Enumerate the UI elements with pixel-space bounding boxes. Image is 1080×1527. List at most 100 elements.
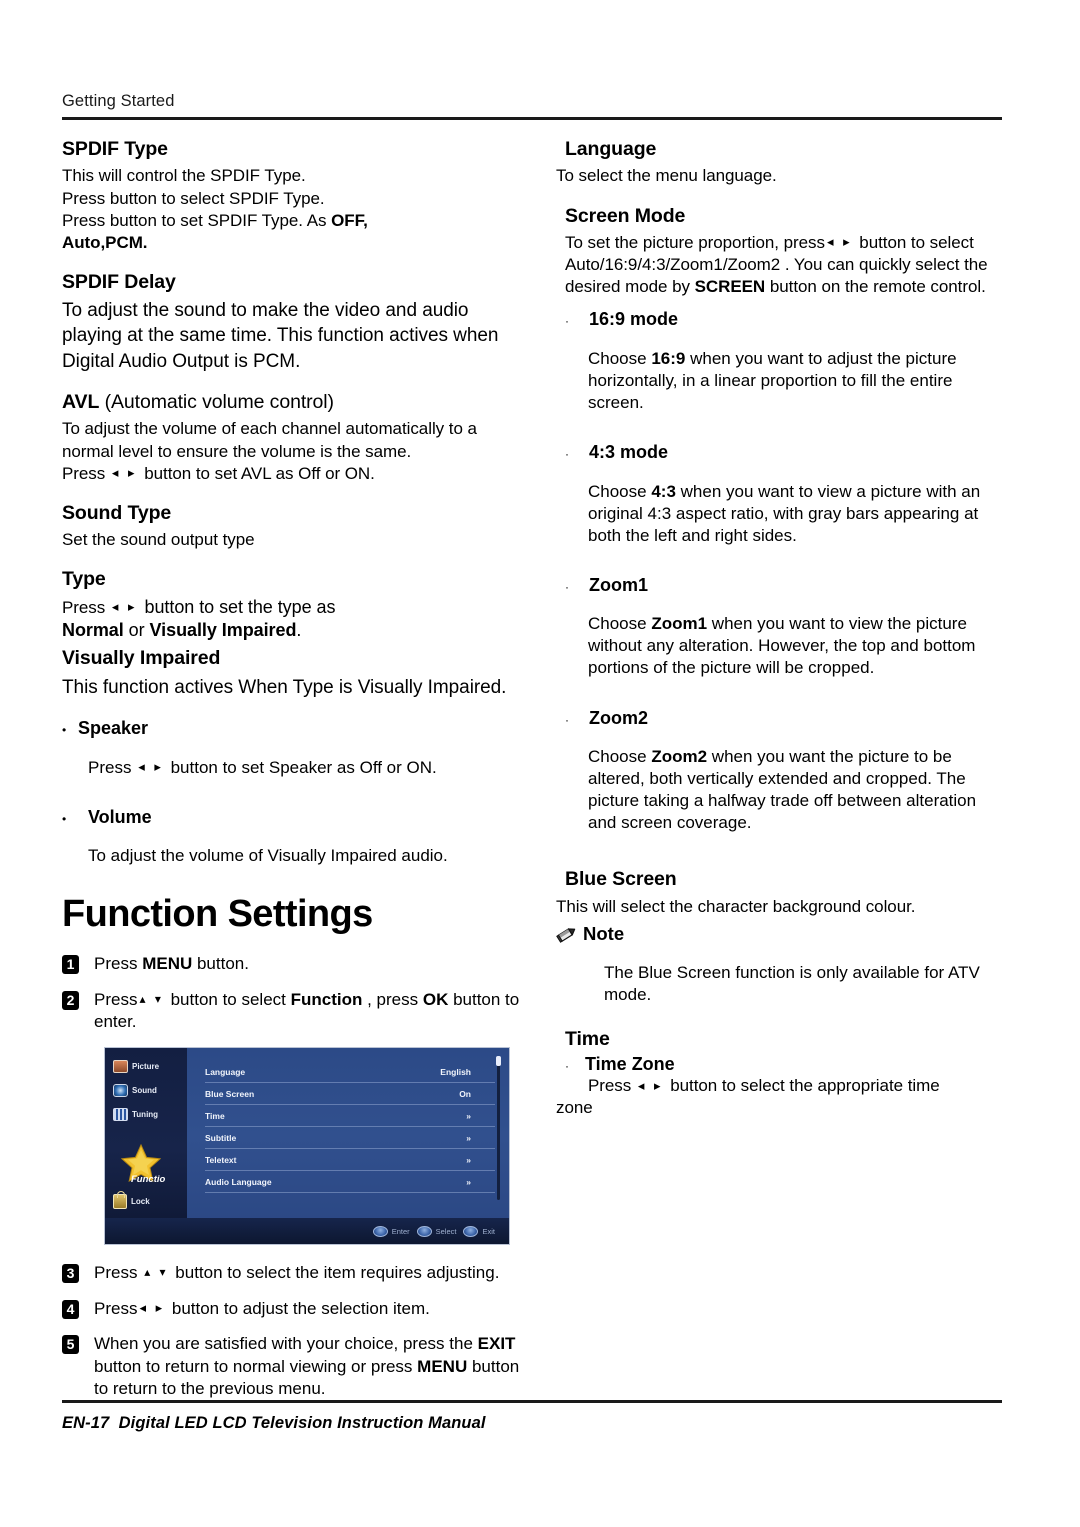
step-5: 5 When you are satisfied with your choic… (62, 1333, 532, 1400)
tv-menu-row-language[interactable]: Language English (205, 1062, 495, 1084)
step-text: When you are satisfied with your choice,… (94, 1333, 532, 1400)
time-press-suffix: button to select the appropriate time (665, 1076, 940, 1096)
tv-menu-row-time[interactable]: Time » (205, 1106, 495, 1128)
bullet-icon: · (565, 579, 569, 594)
language-body: To select the menu language. (556, 166, 777, 186)
tv-row-label: Language (205, 1067, 246, 1078)
tv-row-label: Time (205, 1111, 225, 1122)
mode-item-zoom2: · Zoom2 (565, 707, 1008, 730)
mode-item-16-9: · 16:9 mode (565, 308, 1008, 331)
avl-body: To adjust the volume of each channel aut… (62, 418, 532, 484)
step-2: 2 Press ▴ ▾ button to select Function , p… (62, 989, 532, 1034)
left-right-arrows-icon: ◂ ▸ (139, 1300, 166, 1316)
page-footer: EN-17 Digital LED LCD Television Instruc… (62, 1400, 1002, 1433)
time-press-prefix: Press (588, 1076, 636, 1096)
spdif-type-line2: Press button to select SPDIF Type. (62, 188, 325, 208)
mode-heading: 16:9 mode (589, 309, 679, 330)
mode-body-16-9: Choose 16:9 when you want to adjust the … (588, 348, 1008, 414)
tv-osd-hint-bar: Enter Select Exit (105, 1218, 509, 1245)
pencil-icon (556, 928, 576, 943)
step-text: Press ▴ ▾ button to select the item requ… (94, 1262, 532, 1284)
spdif-type-line1: This will control the SPDIF Type. (62, 166, 306, 186)
time-zone-heading: Time Zone (585, 1053, 675, 1074)
up-down-arrows-icon: ▴ ▾ (139, 991, 164, 1006)
tv-row-value: On (459, 1089, 471, 1100)
tv-menu-row-subtitle[interactable]: Subtitle » (205, 1128, 495, 1150)
remote-key-icon (463, 1225, 479, 1237)
tv-sidebar-item-lock[interactable]: Lock (113, 1191, 150, 1210)
mode-heading: 4:3 mode (589, 442, 669, 462)
screen-mode-a: To set the picture proportion, press (565, 232, 825, 252)
avl-press-prefix: Press (62, 463, 110, 483)
bullet-icon: · (565, 1058, 569, 1073)
bullet-icon: · (565, 447, 569, 461)
tv-menu-row-teletext[interactable]: Teletext » (205, 1150, 495, 1172)
mode2-a: Choose (588, 614, 652, 634)
speaker-press-suffix: button to set Speaker as Off or ON. (165, 757, 437, 777)
tv-menu-row-blue-screen[interactable]: Blue Screen On (205, 1084, 495, 1106)
type-option-vi: Visually Impaired (149, 620, 297, 641)
type-option-period: . (296, 620, 302, 641)
manual-title: Digital LED LCD Television Instruction M… (118, 1414, 486, 1432)
speaker-bullet-item: • Speaker (62, 717, 532, 740)
tv-scrollbar-thumb[interactable] (496, 1056, 501, 1067)
tv-row-label: Blue Screen (205, 1089, 255, 1100)
page-number: EN-17 (62, 1414, 110, 1432)
left-right-arrows-icon: ◂ ▸ (637, 1077, 664, 1093)
volume-bullet-item: • Volume (62, 806, 532, 829)
tv-sidebar-item-tuning[interactable]: Tuning (113, 1108, 158, 1122)
tv-osd-main-panel: Language English Blue Screen On Time » S… (191, 1048, 509, 1218)
bullet-icon: • (62, 811, 67, 826)
speaker-heading: Speaker (78, 718, 149, 739)
header-divider (62, 117, 1002, 121)
mode3-a: Choose (588, 747, 652, 767)
avl-abbr: AVL (62, 391, 100, 414)
step-4: 4 Press ◂ ▸ button to adjust the selectio… (62, 1298, 532, 1320)
step5-menu-key: MENU (417, 1356, 468, 1376)
page-title: Function Settings (62, 893, 373, 936)
heading-screen-mode: Screen Mode (565, 204, 686, 227)
note-title: Note (583, 922, 625, 944)
type-body: Press ◂ ▸ button to set the type as (62, 596, 532, 619)
tv-hint-label: Enter (391, 1226, 410, 1236)
mode-body-4-3: Choose 4:3 when you want to view a pictu… (588, 481, 1008, 547)
heading-avl: AVL (Automatic volume control) (62, 391, 532, 413)
bullet-icon: · (565, 712, 569, 727)
avl-body-line: To adjust the volume of each channel aut… (62, 419, 477, 461)
note-header: Note (556, 923, 1008, 945)
tv-osd-sidebar: Picture Sound Tuning Functio Lock (105, 1048, 187, 1219)
heading-sound-type: Sound Type (62, 501, 172, 524)
step2-function-word: Function (290, 989, 363, 1009)
remote-key-icon (372, 1225, 388, 1237)
type-press-suffix: button to set the type as (139, 596, 336, 617)
step-number: 5 (62, 1335, 79, 1355)
step3-b: button to select the item requires adjus… (170, 1263, 500, 1283)
sound-type-body: Set the sound output type (62, 530, 255, 550)
up-down-arrows-icon: ▴ ▾ (144, 1265, 169, 1280)
tv-hint-label: Exit (482, 1226, 495, 1236)
tv-menu-row-audio-language[interactable]: Audio Language » (205, 1172, 495, 1194)
step-text: Press MENU button. (94, 953, 532, 975)
heading-spdif-type: SPDIF Type (62, 138, 168, 160)
mode-item-zoom1: · Zoom1 (565, 574, 1008, 597)
avl-press-suffix: button to set AVL as Off or ON. (139, 463, 375, 483)
step5-exit-key: EXIT (477, 1334, 516, 1354)
bullet-icon: · (565, 314, 569, 329)
picture-icon (113, 1060, 128, 1074)
tv-row-value: » (466, 1155, 471, 1166)
tv-hint-exit: Exit (463, 1225, 495, 1237)
spdif-type-line3a: Press button to set SPDIF Type. As (62, 210, 332, 230)
step4-a: Press (94, 1298, 138, 1318)
blue-screen-body: This will select the character backgroun… (556, 896, 916, 916)
tv-sidebar-item-picture[interactable]: Picture (113, 1060, 159, 1074)
tv-sidebar-item-function[interactable]: Functio (131, 1174, 165, 1185)
note-body: The Blue Screen function is only availab… (604, 962, 980, 1005)
step-text: Press ◂ ▸ button to adjust the selection … (94, 1298, 532, 1320)
time-zone-item: · Time Zone (565, 1053, 1008, 1076)
footer-line: EN-17 Digital LED LCD Television Instruc… (62, 1414, 1002, 1433)
tv-scrollbar-track[interactable] (497, 1058, 500, 1201)
tv-row-value: » (466, 1111, 471, 1122)
tv-sidebar-item-sound[interactable]: Sound (113, 1084, 157, 1098)
type-press-prefix: Press (62, 597, 110, 617)
tv-sidebar-label: Sound (132, 1086, 157, 1096)
